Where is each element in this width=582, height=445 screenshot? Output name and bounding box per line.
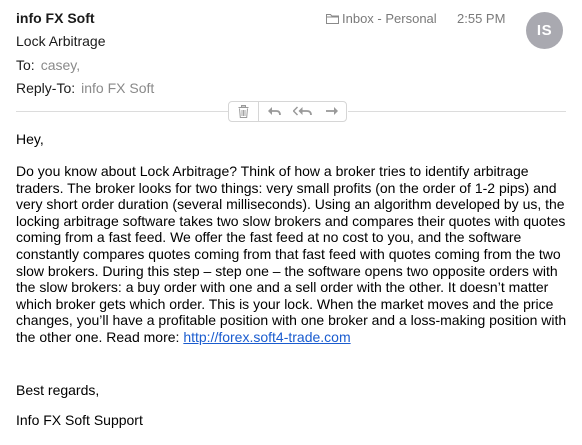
to-row: To: casey, [16,57,80,73]
folder-icon [326,14,339,24]
message-signature: Info FX Soft Support [16,412,143,428]
reply-to-address[interactable]: info FX Soft [81,80,154,96]
trash-icon [238,105,249,118]
message-paragraph: Do you know about Lock Arbitrage? Think … [16,163,571,346]
sender-name[interactable]: info FX Soft [16,10,95,26]
mailbox-label: Inbox - Personal [342,11,437,26]
message-regards: Best regards, [16,382,100,398]
header-divider-left [16,111,228,112]
message-header: info FX Soft Inbox - Personal 2:55 PM IS… [0,0,582,100]
reply-icon [267,107,281,116]
message-subject: Lock Arbitrage [16,33,106,49]
to-recipient[interactable]: casey, [41,57,80,73]
header-divider-right [348,111,566,112]
avatar[interactable]: IS [526,12,563,49]
reply-all-button[interactable] [288,102,317,121]
reply-button[interactable] [259,102,288,121]
reply-all-icon [293,106,312,116]
message-greeting: Hey, [16,131,44,147]
delete-button[interactable] [229,102,259,121]
reply-to-row: Reply-To: info FX Soft [16,80,154,96]
message-time: 2:55 PM [457,11,506,26]
to-label: To: [16,57,35,73]
forward-icon [325,107,338,115]
mailbox-indicator[interactable]: Inbox - Personal [326,11,437,26]
reply-to-label: Reply-To: [16,80,76,96]
read-more-link[interactable]: http://forex.soft4-trade.com [183,329,350,345]
message-actions-toolbar [228,101,347,122]
message-paragraph-text: Do you know about Lock Arbitrage? Think … [16,163,567,345]
forward-button[interactable] [317,102,346,121]
